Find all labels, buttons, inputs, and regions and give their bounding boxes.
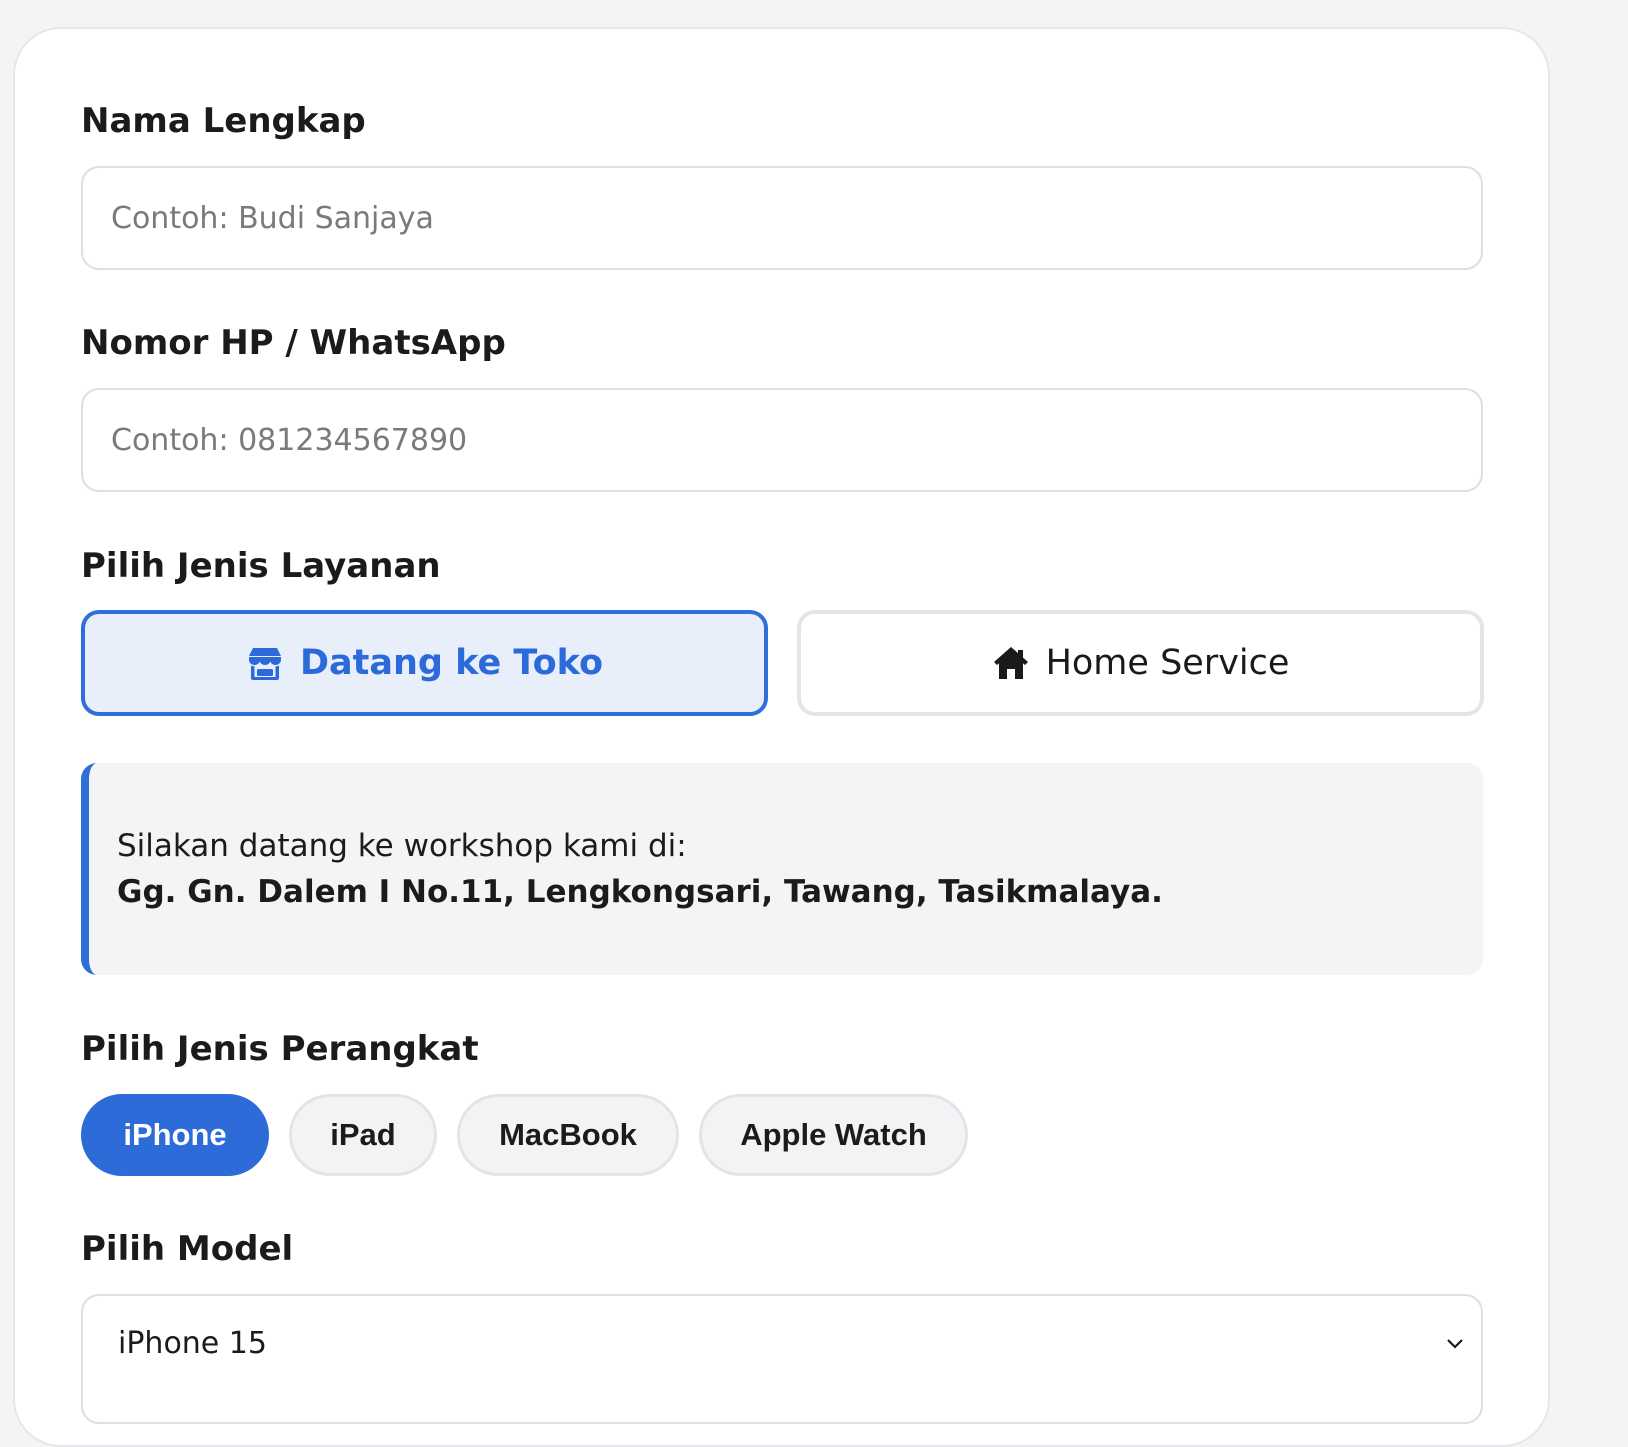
store-icon (248, 648, 281, 680)
device-iphone-label: iPhone (123, 1117, 227, 1152)
device-macbook-label: MacBook (499, 1117, 637, 1152)
device-ipad-label: iPad (330, 1117, 396, 1152)
name-label: Nama Lengkap (81, 101, 366, 141)
home-icon (993, 647, 1028, 679)
service-home-button[interactable]: Home Service (797, 610, 1484, 716)
service-store-label: Datang ke Toko (299, 643, 604, 683)
name-input[interactable] (81, 166, 1483, 270)
store-info-intro: Silakan datang ke workshop kami di: (117, 828, 687, 864)
device-apple-watch-pill[interactable]: Apple Watch (699, 1094, 968, 1176)
device-ipad-pill[interactable]: iPad (289, 1094, 437, 1176)
model-select[interactable]: iPhone 15 (81, 1294, 1483, 1424)
device-iphone-pill[interactable]: iPhone (81, 1094, 269, 1176)
model-label: Pilih Model (81, 1229, 294, 1269)
device-type-label: Pilih Jenis Perangkat (81, 1029, 479, 1069)
store-address: Gg. Gn. Dalem I No.11, Lengkongsari, Taw… (117, 874, 1163, 910)
phone-input[interactable] (81, 388, 1483, 492)
store-info-box: Silakan datang ke workshop kami di: Gg. … (81, 763, 1483, 975)
chevron-down-icon (1447, 1339, 1463, 1349)
service-store-button[interactable]: Datang ke Toko (81, 610, 768, 716)
device-macbook-pill[interactable]: MacBook (457, 1094, 679, 1176)
phone-label: Nomor HP / WhatsApp (81, 323, 506, 363)
service-home-label: Home Service (1045, 643, 1290, 683)
model-selected-value: iPhone 15 (118, 1326, 267, 1361)
service-type-label: Pilih Jenis Layanan (81, 546, 441, 586)
device-apple-watch-label: Apple Watch (740, 1117, 927, 1152)
